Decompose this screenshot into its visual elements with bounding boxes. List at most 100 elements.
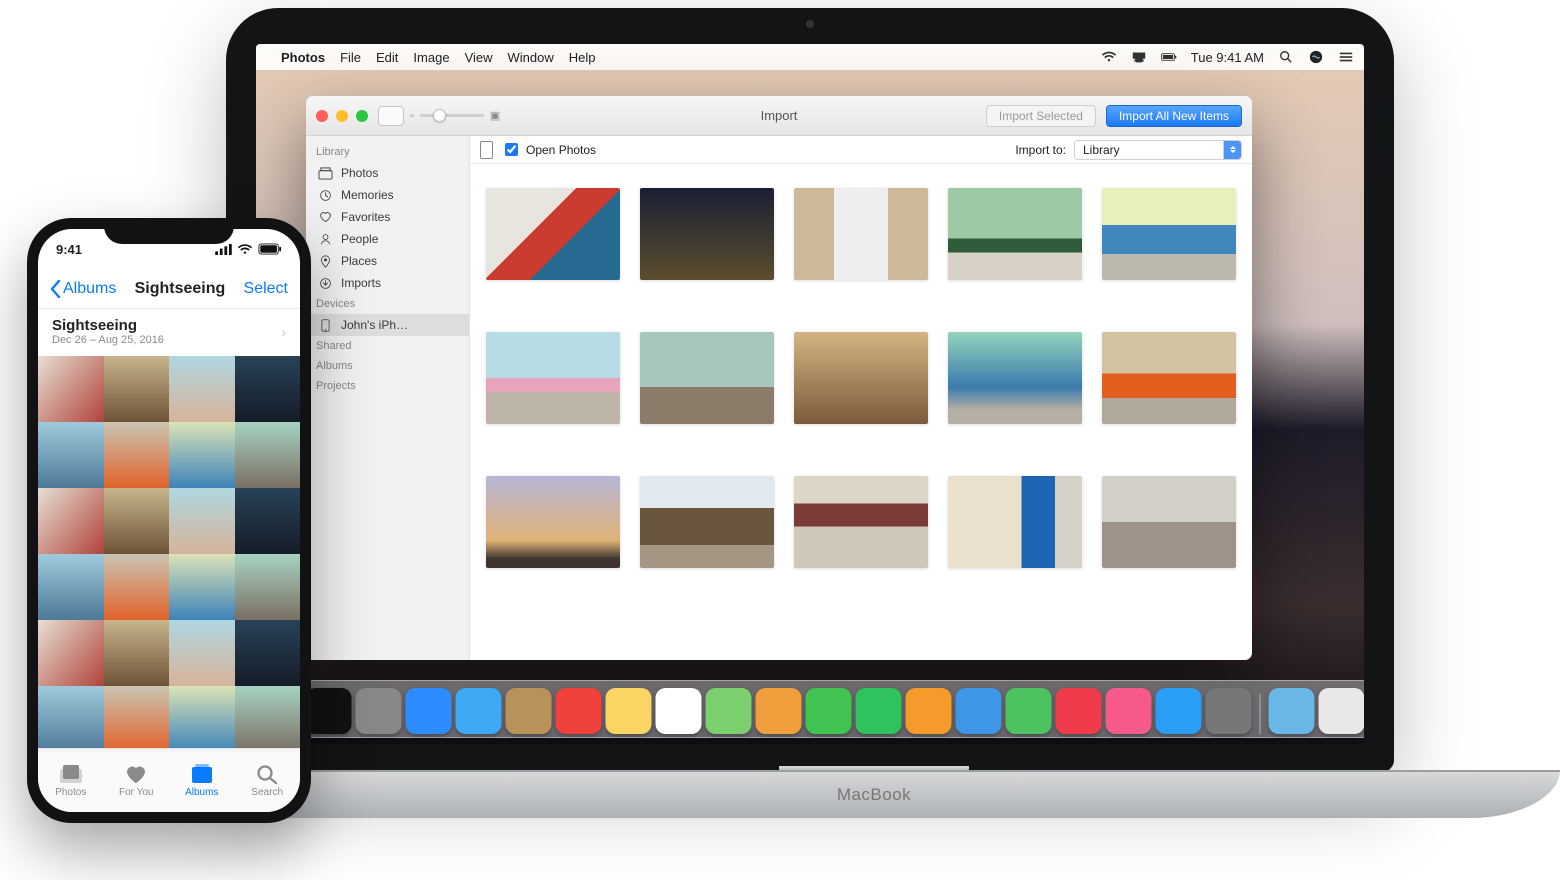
dock-app-contacts[interactable] [506,688,552,734]
menu-help[interactable]: Help [569,50,596,65]
dock-app-siri[interactable] [306,688,352,734]
album-photo-thumbnail[interactable] [38,686,104,752]
import-selected-button[interactable]: Import Selected [986,105,1096,127]
notification-center-icon[interactable] [1338,50,1354,64]
import-all-button[interactable]: Import All New Items [1106,105,1242,127]
menu-view[interactable]: View [465,50,493,65]
album-photo-thumbnail[interactable] [169,686,235,752]
album-photo-thumbnail[interactable] [235,356,301,422]
import-thumbnail[interactable] [486,476,620,568]
thumbnail-zoom-slider[interactable]: ▫ ▣ [410,109,500,122]
sidebar-toggle-button[interactable] [378,106,404,126]
wifi-icon[interactable] [1101,50,1117,64]
sidebar-item-memories[interactable]: Memories [306,184,469,206]
tab-search[interactable]: Search [235,749,301,812]
dock-app-pages[interactable] [906,688,952,734]
dock-app-maps[interactable] [706,688,752,734]
import-thumbnail[interactable] [794,188,928,280]
album-photo-thumbnail[interactable] [235,488,301,554]
import-thumbnail[interactable] [794,476,928,568]
album-photo-thumbnail[interactable] [235,686,301,752]
dock-app-downloads[interactable] [1269,688,1315,734]
dock-app-numbers[interactable] [1006,688,1052,734]
import-thumbnail[interactable] [640,188,774,280]
dock-app-music[interactable] [1106,688,1152,734]
dock-app-notes[interactable] [606,688,652,734]
open-photos-input[interactable] [505,143,518,156]
import-thumbnail[interactable] [640,332,774,424]
tab-photos[interactable]: Photos [38,749,104,812]
sidebar-item-device-iphone[interactable]: John's iPh… [306,314,469,336]
album-photo-thumbnail[interactable] [169,488,235,554]
zoom-button[interactable] [356,110,368,122]
battery-icon[interactable] [1161,50,1177,64]
album-photo-thumbnail[interactable] [38,554,104,620]
album-photo-thumbnail[interactable] [104,620,170,686]
tab-for-you[interactable]: For You [104,749,170,812]
album-photo-thumbnail[interactable] [38,488,104,554]
import-thumbnail[interactable] [1102,332,1236,424]
album-photo-thumbnail[interactable] [104,686,170,752]
spotlight-icon[interactable] [1278,50,1294,64]
import-thumbnail[interactable] [1102,476,1236,568]
album-photo-thumbnail[interactable] [38,356,104,422]
dock-app-app-store[interactable] [1156,688,1202,734]
album-photo-thumbnail[interactable] [235,422,301,488]
album-photo-thumbnail[interactable] [38,422,104,488]
import-thumbnail[interactable] [640,476,774,568]
import-thumbnail[interactable] [948,188,1082,280]
album-photo-thumbnail[interactable] [104,554,170,620]
sidebar-item-favorites[interactable]: Favorites [306,206,469,228]
menu-file[interactable]: File [340,50,361,65]
menu-window[interactable]: Window [508,50,554,65]
sidebar-item-imports[interactable]: Imports [306,272,469,294]
import-thumbnail[interactable] [486,332,620,424]
album-photo-thumbnail[interactable] [169,422,235,488]
dock-app-mail[interactable] [456,688,502,734]
import-to-dropdown[interactable]: Library [1074,140,1242,160]
album-photo-thumbnail[interactable] [235,620,301,686]
import-thumbnail[interactable] [948,332,1082,424]
dock-app-safari[interactable] [406,688,452,734]
album-photo-thumbnail[interactable] [38,620,104,686]
menu-edit[interactable]: Edit [376,50,398,65]
nav-back-button[interactable]: Albums [50,280,116,298]
airplay-icon[interactable] [1131,50,1147,64]
dock-app-facetime[interactable] [856,688,902,734]
tab-albums[interactable]: Albums [169,749,235,812]
album-photo-grid[interactable] [38,356,300,752]
dock-app-calendar[interactable] [556,688,602,734]
import-thumbnail[interactable] [486,188,620,280]
import-thumbnail[interactable] [948,476,1082,568]
album-header[interactable]: Sightseeing Dec 26 – Aug 25, 2016 › [38,309,300,356]
import-thumbnail[interactable] [1102,188,1236,280]
album-photo-thumbnail[interactable] [104,422,170,488]
album-photo-thumbnail[interactable] [104,356,170,422]
album-photo-thumbnail[interactable] [235,554,301,620]
album-photo-thumbnail[interactable] [104,488,170,554]
sidebar-item-photos[interactable]: Photos [306,162,469,184]
import-thumbnail[interactable] [794,332,928,424]
nav-select-button[interactable]: Select [244,280,288,298]
menubar-app-name[interactable]: Photos [281,50,325,65]
dock-app-reminders[interactable] [656,688,702,734]
sidebar-item-places[interactable]: Places [306,250,469,272]
menubar-clock[interactable]: Tue 9:41 AM [1191,50,1264,65]
dock-app-photos[interactable] [756,688,802,734]
menu-image[interactable]: Image [413,50,449,65]
dock-app-launchpad[interactable] [356,688,402,734]
album-photo-thumbnail[interactable] [169,620,235,686]
album-photo-thumbnail[interactable] [169,356,235,422]
open-photos-label: Open Photos [526,143,596,157]
dock-app-trash[interactable] [1319,688,1365,734]
open-photos-checkbox[interactable]: Open Photos [501,140,596,159]
dock-app-messages[interactable] [806,688,852,734]
sidebar-item-people[interactable]: People [306,228,469,250]
minimize-button[interactable] [336,110,348,122]
dock-app-system-preferences[interactable] [1206,688,1252,734]
close-button[interactable] [316,110,328,122]
dock-app-keynote[interactable] [956,688,1002,734]
dock-app-news[interactable] [1056,688,1102,734]
siri-icon[interactable] [1308,50,1324,64]
album-photo-thumbnail[interactable] [169,554,235,620]
